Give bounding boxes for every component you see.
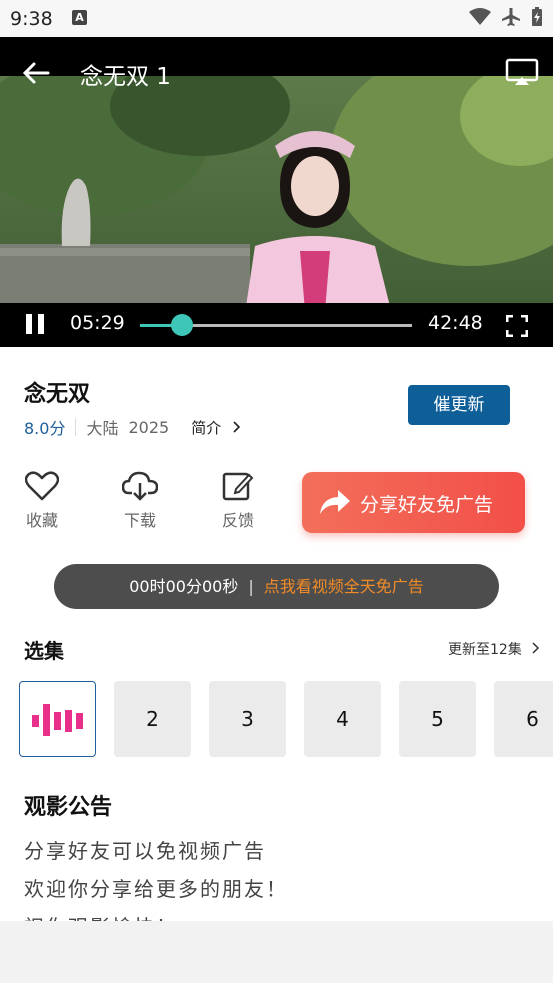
watch-ad-link[interactable]: 点我看视频全天免广告 — [264, 577, 424, 596]
timer-divider: | — [248, 577, 254, 596]
wifi-icon — [469, 8, 491, 25]
rating: 8.0分 — [24, 419, 66, 438]
cloud-download-icon — [122, 471, 158, 501]
battery-icon — [532, 7, 542, 26]
favorite-button[interactable]: 收藏 — [12, 471, 72, 531]
notice-title: 观影公告 — [24, 795, 113, 820]
episodes-updated-link[interactable]: 更新至12集 — [448, 639, 540, 659]
bottom-area — [0, 921, 553, 983]
download-label: 下载 — [123, 511, 156, 530]
now-playing-bars-icon — [31, 704, 83, 736]
video-player[interactable]: 念无双 1 05:29 42:48 — [0, 37, 553, 347]
ad-free-timer-bar[interactable]: 00时00分00秒 | 点我看视频全天免广告 — [54, 564, 499, 609]
region: 大陆 — [86, 419, 119, 438]
current-time: 05:29 — [70, 312, 125, 334]
edit-note-icon — [222, 472, 254, 501]
episode-button[interactable]: 2 — [114, 681, 191, 757]
chevron-right-icon — [233, 420, 241, 433]
player-topbar: 念无双 1 — [0, 37, 553, 105]
intro-label: 简介 — [191, 418, 222, 437]
timer-value: 00时00分00秒 — [129, 577, 239, 596]
duration-time: 42:48 — [428, 312, 483, 334]
share-label: 分享好友免广告 — [360, 494, 494, 516]
video-title: 念无双 1 — [80, 64, 171, 90]
updated-label: 更新至12集 — [448, 642, 522, 658]
episode-button[interactable]: 4 — [304, 681, 381, 757]
player-controls: 05:29 42:48 — [0, 303, 553, 347]
fullscreen-icon[interactable] — [506, 315, 528, 337]
seek-handle[interactable] — [171, 314, 194, 336]
download-button[interactable]: 下载 — [110, 471, 170, 531]
episodes-title: 选集 — [24, 639, 64, 663]
episode-1-playing[interactable] — [19, 681, 96, 757]
meta-divider — [75, 418, 77, 436]
urge-update-button[interactable]: 催更新 — [408, 385, 510, 425]
episode-button[interactable]: 6 — [494, 681, 553, 757]
heart-icon — [25, 471, 59, 501]
detail-panel: 念无双 8.0分 大陆 2025 简介 催更新 收藏 下载 反馈 分享好友免广告… — [0, 347, 553, 921]
notice-line: 欢迎你分享给更多的朋友！ — [24, 877, 288, 901]
feedback-label: 反馈 — [221, 511, 254, 530]
chevron-right-icon — [532, 642, 540, 654]
back-arrow-icon[interactable] — [20, 57, 52, 89]
status-icons — [469, 7, 543, 27]
app-badge-icon: A — [72, 10, 87, 25]
favorite-label: 收藏 — [25, 511, 58, 530]
notice-line: 祝你观影愉快！ — [24, 911, 178, 921]
share-arrow-icon — [320, 490, 350, 514]
year: 2025 — [128, 417, 170, 437]
pause-icon[interactable] — [24, 314, 46, 336]
episode-button[interactable]: 5 — [399, 681, 476, 757]
show-title: 念无双 — [24, 382, 91, 407]
status-time: 9:38 — [10, 8, 53, 30]
intro-link[interactable]: 简介 — [191, 417, 241, 438]
show-meta: 8.0分 大陆 2025 简介 — [24, 415, 241, 439]
share-friends-button[interactable]: 分享好友免广告 — [302, 472, 525, 533]
notice-line: 分享好友可以免视频广告 — [24, 839, 266, 863]
episode-button[interactable]: 3 — [209, 681, 286, 757]
status-bar: 9:38 A — [0, 0, 553, 37]
feedback-button[interactable]: 反馈 — [208, 471, 268, 531]
cast-screen-icon[interactable] — [505, 57, 539, 87]
airplane-icon — [502, 8, 520, 26]
